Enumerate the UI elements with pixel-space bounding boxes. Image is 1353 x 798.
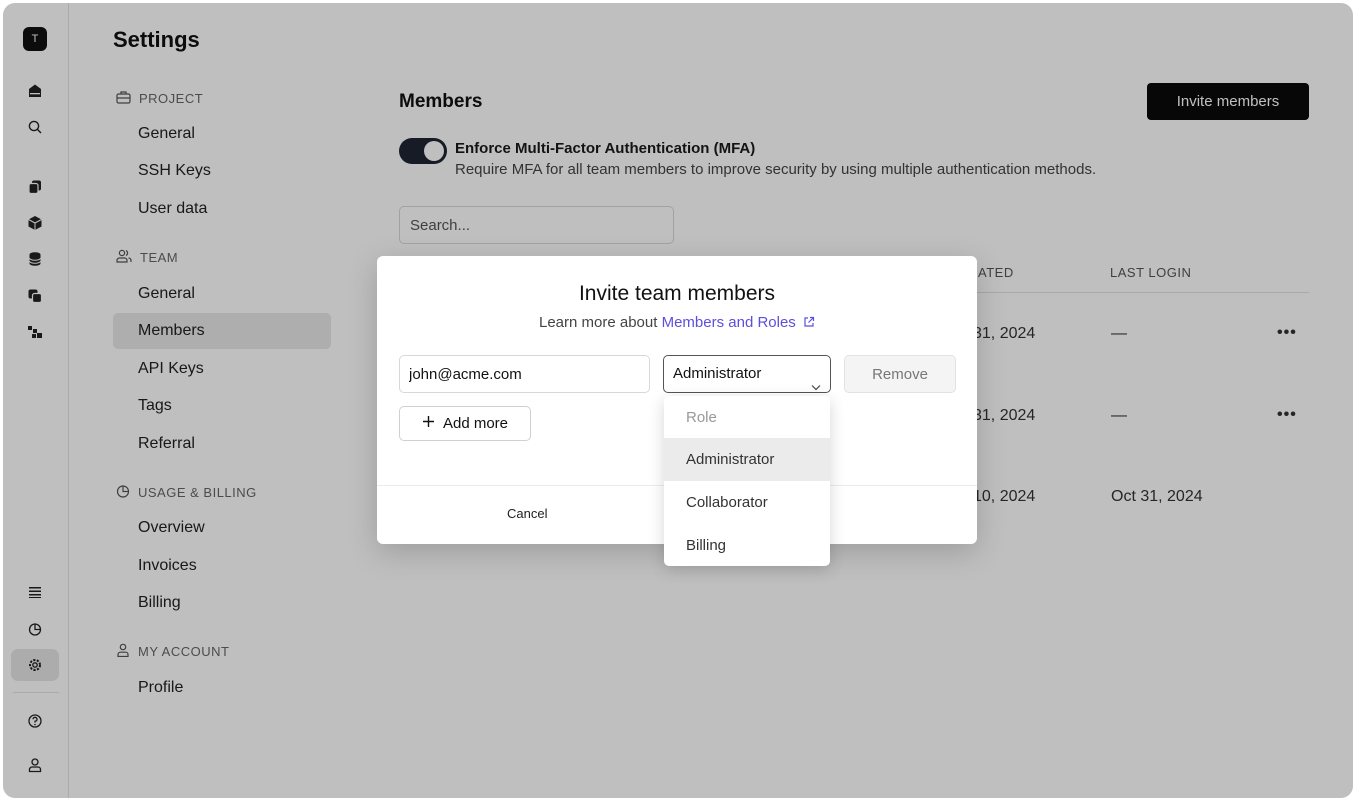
remove-button[interactable]: Remove <box>844 355 956 393</box>
members-roles-link[interactable]: Members and Roles <box>662 314 796 331</box>
role-select-value: Administrator <box>673 365 762 382</box>
email-input[interactable] <box>399 355 650 393</box>
modal-subtitle: Learn more about Members and Roles <box>377 314 977 331</box>
plus-icon <box>422 415 435 432</box>
add-more-label: Add more <box>442 415 509 432</box>
cancel-button[interactable]: Cancel <box>507 506 547 521</box>
role-dropdown: Role Administrator Collaborator Billing <box>664 396 830 566</box>
dropdown-option-billing[interactable]: Billing <box>664 524 830 566</box>
dropdown-header: Role <box>686 409 717 426</box>
role-select[interactable]: Administrator <box>663 355 831 393</box>
dropdown-option-administrator[interactable]: Administrator <box>664 438 830 481</box>
modal-subtitle-text: Learn more about <box>539 314 662 331</box>
dropdown-option-collaborator[interactable]: Collaborator <box>664 481 830 524</box>
app-window: T Settings PROJECT General SSH Keys User… <box>3 3 1353 798</box>
modal-title: Invite team members <box>578 282 776 305</box>
external-link-icon[interactable] <box>800 314 815 331</box>
add-more-button[interactable]: Add more <box>399 406 531 441</box>
